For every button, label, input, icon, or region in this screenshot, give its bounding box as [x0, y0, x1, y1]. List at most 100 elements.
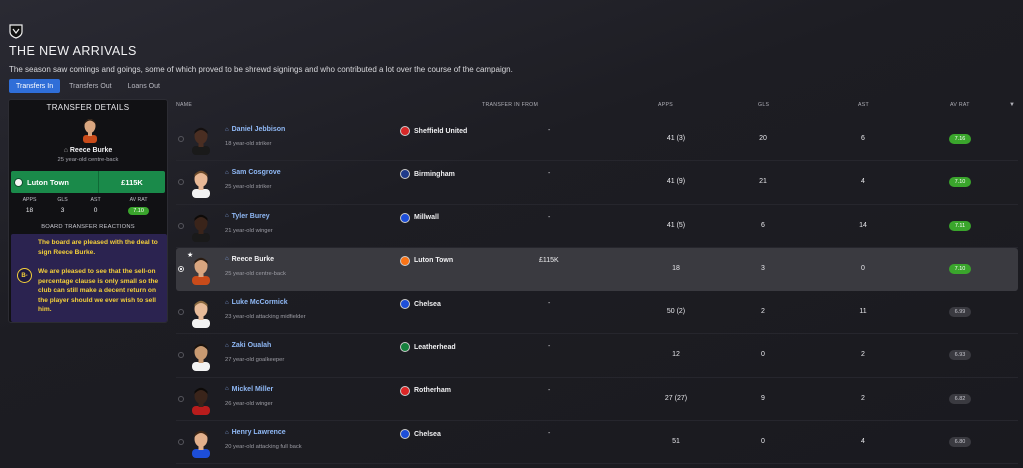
table-header: NAME TRANSFER IN FROM APPS GLS AST AV RA…: [176, 102, 1018, 112]
row-select-radio[interactable]: [178, 395, 184, 402]
table-row[interactable]: ⌂ Henry Lawrence 20 year-old attacking f…: [176, 421, 1018, 465]
role-icon: ⌂: [225, 429, 229, 436]
ast-value: 4: [861, 178, 865, 186]
player-face: [192, 300, 210, 329]
from-club[interactable]: Birmingham: [400, 169, 455, 180]
transfer-fee: £115K: [539, 256, 559, 264]
apps-value: 12: [672, 351, 680, 359]
stat-header-gls: GLS: [57, 197, 68, 203]
gls-value: 3: [761, 264, 765, 272]
from-club[interactable]: Leatherhead: [400, 342, 456, 353]
from-club[interactable]: Sheffield United: [400, 126, 467, 136]
player-face: [192, 171, 210, 199]
player-name-link[interactable]: ⌂ Tyler Burey: [225, 213, 270, 220]
rating-badge: 7.16: [949, 134, 971, 144]
apps-value: 27 (27): [664, 394, 688, 402]
rating-badge: 6.93: [949, 350, 971, 361]
player-name-link[interactable]: ⌂ Mickel Miller: [225, 386, 273, 393]
from-club[interactable]: Rotherham: [400, 385, 451, 396]
transfer-fee: -: [548, 430, 551, 438]
apps-value: 41 (5): [666, 221, 686, 229]
transfer-fee: -: [548, 213, 551, 221]
apps-value: 18: [672, 264, 680, 272]
col-header-ast[interactable]: AST: [858, 102, 869, 108]
row-select-radio[interactable]: [178, 136, 184, 142]
tab-transfers-out[interactable]: Transfers Out: [62, 79, 119, 93]
table-row[interactable]: ⌂ Zaki Oualah 27 year-old goalkeeper Lea…: [176, 334, 1018, 378]
tab-bar: Transfers In Transfers Out Loans Out: [9, 79, 167, 93]
rating-badge: 6.80: [949, 437, 971, 448]
row-select-radio[interactable]: [178, 309, 184, 316]
player-name-link[interactable]: ⌂ Henry Lawrence: [225, 429, 286, 436]
col-header-from[interactable]: TRANSFER IN FROM: [482, 102, 538, 108]
role-icon: ⌂: [225, 126, 229, 133]
reaction-text-1: The board are pleased with the deal to s…: [38, 239, 158, 256]
player-name-link[interactable]: ⌂ Reece Burke: [225, 256, 274, 263]
club-crest-icon: [400, 212, 410, 223]
ast-value: 14: [859, 221, 867, 229]
stat-value-avrat: 7.10: [128, 207, 149, 215]
details-club[interactable]: Luton Town: [11, 171, 99, 193]
table-row[interactable]: ⌂ Daniel Jebbison 18 year-old striker Sh…: [176, 118, 1018, 162]
ast-value: 2: [861, 351, 865, 359]
transfer-fee: -: [548, 300, 551, 308]
player-description: 23 year-old attacking midfielder: [225, 314, 306, 321]
row-select-radio[interactable]: [178, 179, 184, 186]
player-description: 18 year-old striker: [225, 141, 272, 147]
table-row[interactable]: ⌂ Tyler Burey 21 year-old winger Millwal…: [176, 205, 1018, 248]
stat-header-avrat: AV RAT: [129, 197, 148, 203]
tab-loans-out[interactable]: Loans Out: [121, 79, 167, 93]
row-select-radio[interactable]: [178, 352, 184, 359]
details-stats: APPS GLS AST AV RAT 18 3 0 7.10: [13, 197, 165, 215]
col-header-gls[interactable]: GLS: [758, 102, 769, 108]
club-crest-icon: [400, 385, 410, 396]
transfer-fee: -: [548, 386, 551, 394]
luton-crest-icon: [14, 177, 23, 187]
gls-value: 21: [759, 178, 767, 186]
gls-value: 9: [761, 394, 765, 402]
from-club[interactable]: Chelsea: [400, 299, 441, 310]
club-crest-icon: [400, 429, 410, 440]
table-row[interactable]: ⌂ Sam Cosgrove 25 year-old striker Birmi…: [176, 161, 1018, 205]
role-icon: ⌂: [225, 386, 229, 393]
player-description: 20 year-old attacking full back: [225, 444, 302, 451]
gls-value: 20: [759, 135, 767, 142]
col-header-avrat[interactable]: AV RAT: [950, 102, 970, 108]
details-player-name[interactable]: ⌂ Reece Burke: [9, 147, 167, 154]
table-row[interactable]: ★ ⌂ Reece Burke 25 year-old centre-back …: [176, 247, 1018, 292]
transfer-fee: -: [548, 127, 551, 134]
ast-value: 4: [861, 438, 865, 446]
player-description: 27 year-old goalkeeper: [225, 357, 285, 364]
col-header-name[interactable]: NAME: [176, 102, 192, 108]
rating-badge: 7.10: [949, 263, 971, 274]
player-face: [192, 387, 210, 415]
ast-value: 11: [859, 308, 867, 316]
player-description: 25 year-old centre-back: [225, 270, 286, 277]
transfers-table: ⌂ Daniel Jebbison 18 year-old striker Sh…: [176, 118, 1018, 465]
player-description: 21 year-old winger: [225, 227, 273, 234]
row-select-radio[interactable]: [178, 439, 184, 446]
player-name-link[interactable]: ⌂ Sam Cosgrove: [225, 169, 281, 176]
table-row[interactable]: ⌂ Mickel Miller 26 year-old winger Rothe…: [176, 378, 1018, 422]
club-fee-bar: Luton Town £115K: [11, 171, 165, 193]
sort-desc-icon[interactable]: ▼: [1009, 102, 1015, 108]
player-name-link[interactable]: ⌂ Daniel Jebbison: [225, 126, 285, 133]
table-row[interactable]: ⌂ Luke McCormick 23 year-old attacking m…: [176, 291, 1018, 335]
col-header-apps[interactable]: APPS: [658, 102, 673, 108]
from-club[interactable]: Luton Town: [400, 255, 453, 266]
ast-value: 2: [861, 394, 865, 402]
tab-transfers-in[interactable]: Transfers In: [9, 79, 61, 93]
reaction-text-2: We are pleased to see that the sell-on p…: [38, 268, 159, 313]
player-face: [192, 257, 210, 285]
player-name-link[interactable]: ⌂ Luke McCormick: [225, 299, 288, 306]
from-club[interactable]: Millwall: [400, 212, 439, 223]
club-crest-icon: [400, 126, 410, 136]
role-icon: ⌂: [225, 213, 229, 220]
from-club[interactable]: Chelsea: [400, 429, 441, 440]
page-subtitle: The season saw comings and goings, some …: [9, 65, 513, 74]
row-select-radio[interactable]: [178, 222, 184, 229]
player-name-link[interactable]: ⌂ Zaki Oualah: [225, 342, 271, 349]
player-face: [192, 344, 210, 372]
gls-value: 0: [761, 438, 765, 446]
row-select-radio[interactable]: [178, 265, 184, 272]
